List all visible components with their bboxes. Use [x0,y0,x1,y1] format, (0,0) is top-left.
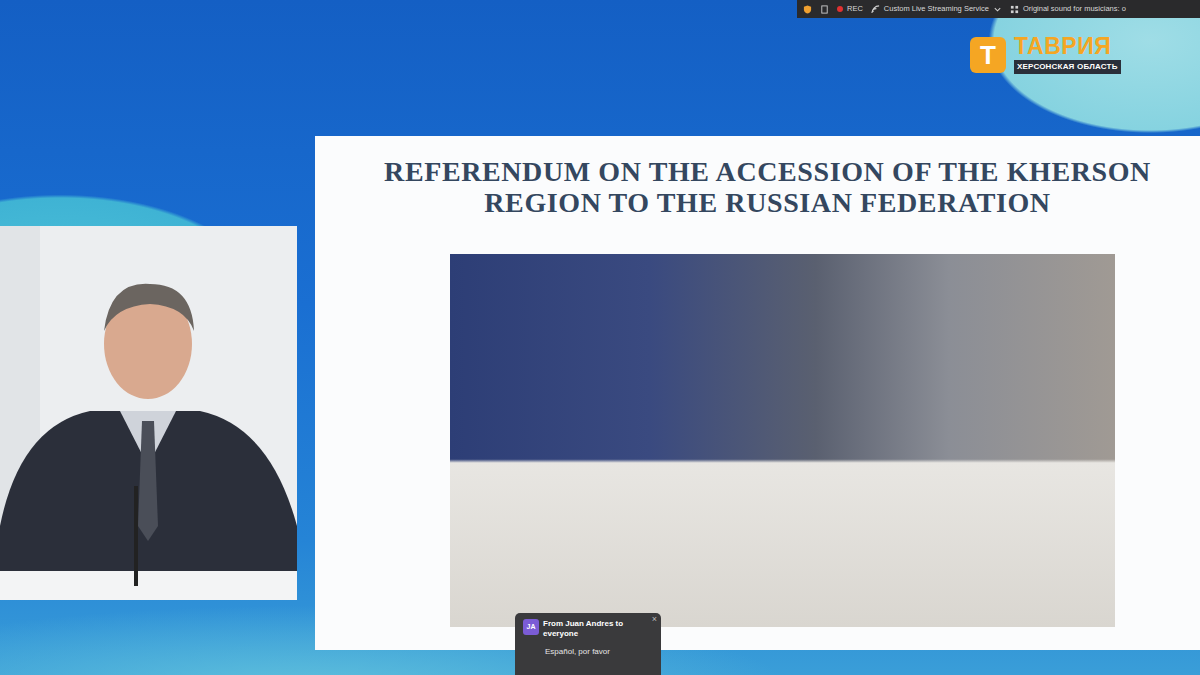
chat-message: Español, por favor [523,646,647,658]
stream-frame: REFERENDUM ON THE ACCESSION OF THE KHERS… [0,0,1200,675]
rec-indicator[interactable]: REC [837,3,863,14]
rec-label: REC [847,3,863,14]
stage: REFERENDUM ON THE ACCESSION OF THE KHERS… [0,0,1200,650]
channel-logo: Т ТАВРИЯ ХЕРСОНСКАЯ ОБЛАСТЬ [970,35,1121,74]
logo-region: ХЕРСОНСКАЯ ОБЛАСТЬ [1014,60,1121,74]
document-icon[interactable] [820,5,829,14]
sound-label: Original sound for musicians: o [1023,3,1126,14]
broadcast-icon [871,5,880,14]
record-dot-icon [837,6,843,12]
sound-option[interactable]: Original sound for musicians: o [1010,3,1126,14]
logo-letter: Т [970,37,1006,73]
speaker-video [0,226,297,600]
referendum-photo [450,254,1115,627]
shield-icon[interactable] [803,5,812,14]
slide-title: REFERENDUM ON THE ACCESSION OF THE KHERS… [315,136,1200,254]
chevron-down-icon [993,5,1002,14]
presentation-slide: REFERENDUM ON THE ACCESSION OF THE KHERS… [315,136,1200,650]
chat-sender: From Juan Andres to everyone [543,619,647,639]
close-button[interactable]: × [652,615,657,624]
stream-menu[interactable]: Custom Live Streaming Service [871,3,1002,14]
meeting-toolbar: REC Custom Live Streaming Service Origin… [797,0,1200,18]
speaker-photo-icon [0,226,297,600]
sender-avatar: JA [523,619,539,635]
grid-icon [1010,5,1019,14]
chat-notification[interactable]: × JA From Juan Andres to everyone Españo… [515,613,661,675]
stream-label: Custom Live Streaming Service [884,3,989,14]
logo-name: ТАВРИЯ [1014,35,1121,58]
